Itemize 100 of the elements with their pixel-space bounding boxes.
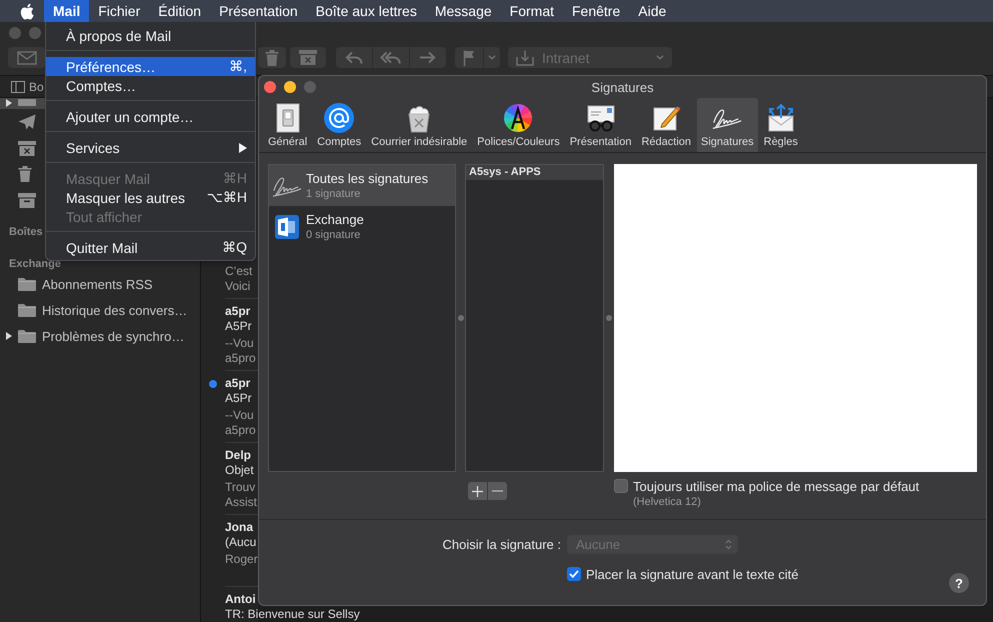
- menu-bar-item[interactable]: Message: [426, 0, 501, 22]
- junk-box-icon: [299, 50, 317, 65]
- menu-item[interactable]: Préférences… ⌘,: [46, 57, 255, 76]
- font-note: (Helvetica 12): [633, 496, 701, 508]
- mailbox-row[interactable]: [0, 98, 45, 109]
- close-button[interactable]: [264, 81, 276, 93]
- preferences-tab[interactable]: Rédaction: [637, 98, 696, 152]
- message-preview: a5pro: [225, 351, 256, 366]
- folder-row[interactable]: Problèmes de synchro…: [0, 323, 200, 349]
- reply-button[interactable]: [336, 47, 372, 68]
- tray-icon: [18, 99, 36, 106]
- shortcut-text: ⌘Q: [222, 239, 247, 256]
- zoom-button[interactable]: [304, 81, 316, 93]
- account-row[interactable]: Exchange 0 signature: [269, 206, 455, 247]
- menu-bar-item[interactable]: Aide: [629, 0, 676, 22]
- account-icon: [275, 214, 299, 238]
- menu-bar-item[interactable]: Fichier: [89, 0, 150, 22]
- menu-bar-item[interactable]: Format: [500, 0, 563, 22]
- menu-bar-item[interactable]: Édition: [149, 0, 210, 22]
- apple-icon[interactable]: [20, 2, 34, 20]
- preferences-tab[interactable]: Courrier indésirable: [367, 98, 472, 152]
- shortcut-text: ⌥⌘H: [206, 189, 247, 206]
- menu-item[interactable]: Quitter Mail ⌘Q: [46, 238, 255, 257]
- caret-icon: [488, 55, 496, 60]
- paper-plane-icon: [18, 114, 36, 130]
- at-sign-icon: [323, 102, 356, 134]
- message-subject: TR: Bienvenue sur Sellsy: [225, 607, 360, 622]
- message-sender: Delp: [225, 448, 252, 463]
- menu-bar-item[interactable]: Fenêtre: [563, 0, 630, 22]
- minimize-button[interactable]: [284, 81, 296, 93]
- add-button[interactable]: [468, 482, 487, 500]
- account-row[interactable]: Toutes les signatures 1 signature: [269, 165, 455, 206]
- caret-icon: [656, 55, 664, 60]
- archive-box-icon: [18, 192, 36, 208]
- checkbox-label: Placer la signature avant le texte cité: [586, 566, 798, 582]
- compose-button[interactable]: [8, 47, 45, 68]
- disclosure-triangle-icon[interactable]: [6, 99, 12, 107]
- preferences-tab[interactable]: Général: [264, 98, 312, 152]
- window-title: Signatures: [591, 80, 654, 94]
- flag-icon: [463, 50, 475, 66]
- junk-box-icon: [18, 140, 36, 156]
- menu-item[interactable]: Services: [46, 138, 255, 157]
- flag-button[interactable]: [455, 47, 483, 68]
- preferences-tab[interactable]: Règles: [760, 98, 802, 152]
- menu-bar-item[interactable]: Boîte aux lettres: [306, 0, 426, 22]
- minus-icon: [492, 490, 503, 492]
- preferences-tab[interactable]: Signatures: [697, 98, 758, 152]
- message-subject: (Aucu: [225, 535, 256, 550]
- menu-item[interactable]: Masquer les autres ⌥⌘H: [46, 188, 255, 207]
- message-preview: Trouv: [225, 480, 256, 495]
- folder-icon: [18, 303, 36, 317]
- junk-button[interactable]: [290, 47, 326, 68]
- submenu-arrow-icon: [239, 142, 247, 152]
- remove-button[interactable]: [488, 482, 507, 500]
- tray-arrow-icon: [516, 50, 534, 66]
- forward-button[interactable]: [410, 47, 446, 68]
- preferences-tab[interactable]: Comptes: [313, 98, 366, 152]
- message-preview: --Vou: [225, 336, 254, 351]
- folder-row[interactable]: Historique des convers…: [0, 297, 200, 323]
- checkbox-label: Toujours utiliser ma police de message par défaut: [633, 478, 920, 494]
- menu-item[interactable]: À propos de Mail: [46, 26, 255, 45]
- menu-bar-item[interactable]: Présentation: [210, 0, 307, 22]
- message-sender: a5pr: [225, 376, 250, 391]
- close-button[interactable]: [9, 27, 21, 39]
- field-label: Choisir la signature :: [442, 537, 561, 552]
- message-subject: Objet: [225, 463, 254, 478]
- menu-item[interactable]: Ajouter un compte…: [46, 107, 255, 126]
- help-button[interactable]: ?: [949, 573, 969, 593]
- preferences-tab[interactable]: Présentation: [566, 98, 636, 152]
- signature-count: 0 signature: [306, 228, 360, 242]
- reply-icon: [345, 50, 363, 64]
- preferences-tab[interactable]: Polices/Couleurs: [473, 98, 564, 152]
- menu-item[interactable]: Comptes…: [46, 76, 255, 95]
- trash-icon: [265, 50, 279, 66]
- checkbox[interactable]: [567, 567, 581, 581]
- splitter-handle[interactable]: [606, 315, 612, 321]
- flag-menu-button[interactable]: [484, 47, 500, 68]
- folder-row[interactable]: Abonnements RSS: [0, 271, 200, 297]
- folder-icon: [18, 329, 36, 343]
- trash-icon: [18, 166, 32, 182]
- signature-row[interactable]: A5sys - APPS: [466, 165, 603, 180]
- account-name: Exchange: [306, 212, 364, 228]
- message-subject: A5Pr: [225, 319, 252, 334]
- disclosure-triangle-icon[interactable]: [6, 332, 12, 340]
- message-preview: a5pro: [225, 423, 256, 438]
- envelope-icon: [16, 50, 36, 64]
- message-preview: Voici: [225, 279, 250, 294]
- shortcut-text: ⌘,: [229, 58, 247, 75]
- message-preview: --Vou: [225, 408, 254, 423]
- delete-button[interactable]: [258, 47, 286, 68]
- menu-bar-item[interactable]: Mail: [44, 0, 90, 22]
- chevron-icon: [725, 539, 732, 550]
- section-heading: Boîtes: [9, 225, 43, 239]
- message-sender: Jona: [225, 520, 254, 535]
- splitter-handle[interactable]: [458, 315, 464, 321]
- account-heading: Exchange: [9, 257, 61, 271]
- account-name: Toutes les signatures: [306, 170, 428, 186]
- reply-all-button[interactable]: [373, 47, 409, 68]
- mailboxes-button[interactable]: Bo: [11, 80, 44, 94]
- checkbox[interactable]: [614, 479, 628, 493]
